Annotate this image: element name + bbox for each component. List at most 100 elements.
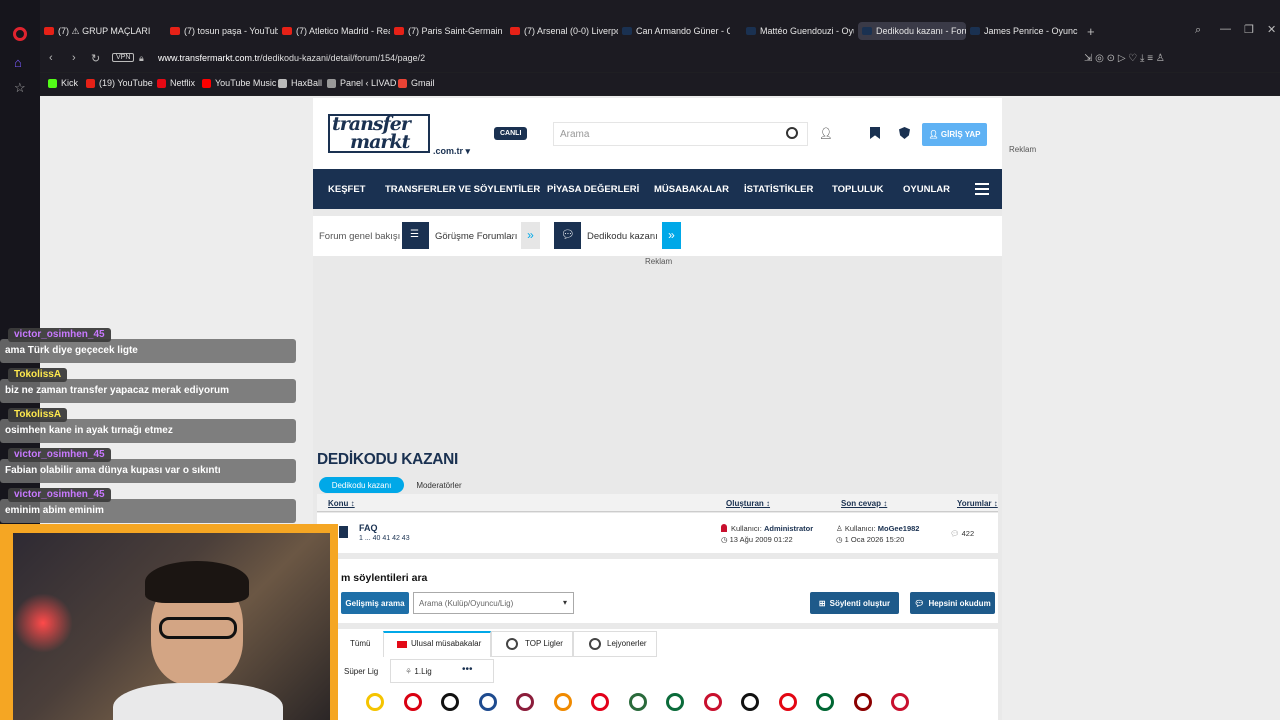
last-reply-date: ◷ 1 Oca 2026 15:20 <box>836 535 905 544</box>
tab-1-lig[interactable]: ⚘ 1.Lig <box>405 667 432 676</box>
restore-icon[interactable]: ❐ <box>1244 23 1254 36</box>
nav-item[interactable]: OYUNLAR <box>903 184 950 195</box>
club-logo-icon[interactable] <box>441 693 459 711</box>
rumor-search-title: m söylentileri ara <box>341 572 428 584</box>
url-field[interactable]: www.transfermarkt.com.tr/dedikodu-kazani… <box>158 53 425 63</box>
browser-tab[interactable]: Mattéo Guendouzi - Oyunc <box>746 22 854 40</box>
nav-item[interactable]: TOPLULUK <box>832 184 884 195</box>
chat-username: TokolissA <box>8 408 68 422</box>
menu-icon[interactable] <box>975 183 989 198</box>
streamer-shirt <box>113 683 283 720</box>
search-input[interactable]: Arama <box>553 122 808 146</box>
browser-tab[interactable]: (7) Paris Saint-Germain (6 <box>394 22 502 40</box>
bookmark-item[interactable]: YouTube Music <box>202 78 276 88</box>
chat-username: victor_osimhen_45 <box>8 328 111 342</box>
extensions-icon[interactable]: ⇲ ◎ ⊙ ▷ ♡ ⤓ ≡ ♙ <box>1084 53 1165 64</box>
create-rumor-button[interactable]: ⊞ Söylenti oluştur <box>810 592 899 614</box>
rumor-search-combo[interactable]: Arama (Kulüp/Oyuncu/Lig) ▾ <box>413 592 574 614</box>
club-logo-icon[interactable] <box>853 693 872 711</box>
club-logo-icon[interactable] <box>403 693 422 711</box>
browser-tab[interactable]: (7) Arsenal (0-0) Liverpool <box>510 22 618 40</box>
nav-item[interactable]: KEŞFET <box>328 184 365 195</box>
column-comments[interactable]: Yorumlar ↕ <box>957 499 998 508</box>
bookmark-item[interactable]: Panel ‹ LIVAD <box>327 78 396 88</box>
tab-legionnaires[interactable]: Lejyonerler <box>607 639 647 648</box>
topic-title[interactable]: FAQ <box>359 523 378 533</box>
nav-item[interactable]: MÜSABAKALAR <box>654 184 729 195</box>
club-logo-icon[interactable] <box>816 693 834 711</box>
club-logo-icon[interactable] <box>516 693 534 711</box>
search-icon[interactable] <box>786 127 798 139</box>
column-created[interactable]: Oluşturan ↕ <box>726 499 770 508</box>
bookmark-item[interactable]: Gmail <box>398 78 435 88</box>
tab-top-leagues[interactable]: TOP Ligler <box>525 639 563 648</box>
login-button[interactable]: 👤︎ GİRİŞ YAP <box>922 123 987 146</box>
club-logo-icon[interactable] <box>591 693 609 711</box>
creator: Kullanıcı: Administrator <box>731 524 814 533</box>
breadcrumb-root[interactable]: Forum genel bakışı <box>319 231 400 242</box>
column-last-reply[interactable]: Son cevap ↕ <box>841 499 887 508</box>
youtube-favicon-icon <box>394 27 404 35</box>
domain-select[interactable]: .com.tr ▾ <box>433 146 470 157</box>
vpn-badge[interactable]: VPN <box>112 53 135 62</box>
club-logo-icon[interactable] <box>741 693 759 711</box>
new-tab-icon[interactable]: + <box>1087 24 1095 39</box>
browser-tab[interactable]: James Penrice - Oyuncu p <box>970 22 1078 40</box>
bookmark-item[interactable]: Kick <box>48 78 78 88</box>
browser-tab[interactable]: (7) ⚠ GRUP MAÇLARI <box>44 22 152 40</box>
user-search-icon[interactable]: 👤︎ <box>819 127 833 140</box>
star-icon[interactable]: ☆ <box>14 80 26 96</box>
nav-item[interactable]: PİYASA DEĞERLERİ <box>547 184 639 195</box>
tab-moderators[interactable]: Moderatörler <box>404 477 474 493</box>
club-logo-icon[interactable] <box>703 693 722 711</box>
browser-tab[interactable]: Can Armando Güner - Oy <box>622 22 730 40</box>
club-logo-icon[interactable] <box>628 693 647 711</box>
chat-username: TokolissA <box>8 368 68 382</box>
column-topic[interactable]: Konu ↕ <box>328 499 355 508</box>
close-window-icon[interactable]: ✕ <box>1267 23 1276 36</box>
tab-all[interactable]: Tümü <box>350 639 370 648</box>
chevron-right-icon[interactable]: » <box>521 222 540 249</box>
opera-logo-icon[interactable] <box>13 27 27 41</box>
chevron-right-icon[interactable]: » <box>662 222 681 249</box>
advanced-search-button[interactable]: Gelişmiş arama <box>341 592 409 614</box>
streamer-hair <box>145 561 249 603</box>
bookmark-item[interactable]: Netflix <box>157 78 195 88</box>
breadcrumb-level2[interactable]: Dedikodu kazanı <box>587 231 658 242</box>
more-leagues-icon[interactable]: ••• <box>462 664 473 675</box>
forward-icon[interactable]: › <box>72 52 76 64</box>
search-tabs-icon[interactable]: ⌕ <box>1195 24 1201 37</box>
club-logo-icon[interactable] <box>478 693 497 711</box>
nav-item[interactable]: İSTATİSTİKLER <box>744 184 813 195</box>
glasses-icon <box>159 617 237 639</box>
admin-user-icon <box>721 524 727 532</box>
tab-title: James Penrice - Oyuncu p <box>984 26 1078 36</box>
tab-title: (7) Atletico Madrid - Real <box>296 26 390 36</box>
ad-label: Reklam <box>1009 145 1037 154</box>
browser-tab[interactable]: Dedikodu kazanı - Forum <box>858 22 966 40</box>
club-logo-icon[interactable] <box>553 693 572 711</box>
breadcrumb-level1[interactable]: Görüşme Forumları <box>435 231 517 242</box>
nav-item[interactable]: TRANSFERLER VE SÖYLENTİLER <box>385 184 540 195</box>
reload-icon[interactable]: ↻ <box>91 52 100 65</box>
club-logo-icon[interactable] <box>366 693 384 711</box>
chat-message: osimhen kane in ayak tırnağı etmez <box>0 419 296 443</box>
bookmark-item[interactable]: HaxBall <box>278 78 322 88</box>
tab-super-lig[interactable]: Süper Lig <box>344 667 378 676</box>
browser-tab[interactable]: (7) tosun paşa - YouTube <box>170 22 278 40</box>
mark-all-read-button[interactable]: 💬︎ Hepsini okudum <box>910 592 995 614</box>
back-icon[interactable]: ‹ <box>49 52 53 64</box>
home-icon[interactable]: ⌂ <box>14 55 22 70</box>
club-logo-icon[interactable] <box>778 693 797 711</box>
club-logo-icon[interactable] <box>666 693 684 711</box>
club-logo-icon[interactable] <box>891 693 909 711</box>
tab-national[interactable]: Ulusal müsabakalar <box>411 639 481 648</box>
minimize-icon[interactable]: — <box>1220 23 1231 35</box>
live-badge[interactable]: CANLI <box>494 127 528 140</box>
topic-pages[interactable]: 1 ... 40 41 42 43 <box>359 535 410 542</box>
table-row <box>317 513 998 553</box>
transfermarkt-favicon-icon <box>622 27 632 35</box>
bookmark-item[interactable]: (19) YouTube <box>86 78 153 88</box>
tab-rumor-mill[interactable]: Dedikodu kazanı <box>319 477 404 493</box>
browser-tab[interactable]: (7) Atletico Madrid - Real <box>282 22 390 40</box>
